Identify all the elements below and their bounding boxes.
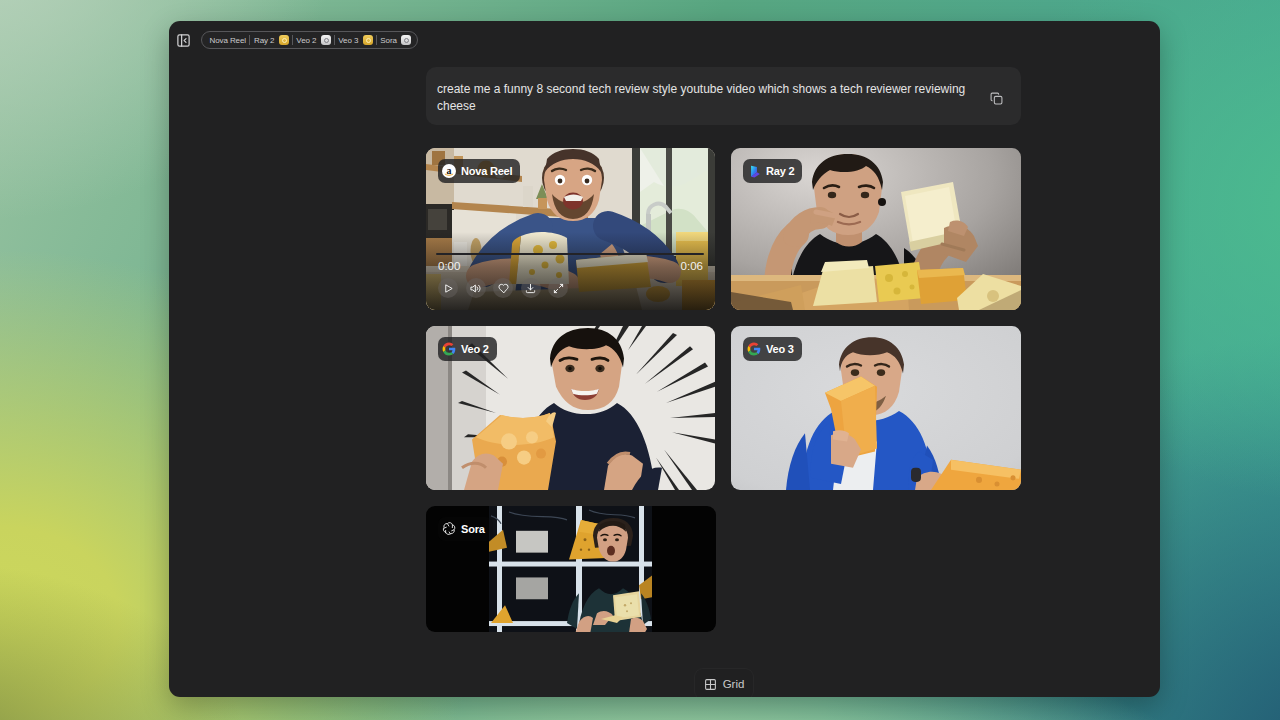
svg-text:a: a	[447, 165, 452, 176]
